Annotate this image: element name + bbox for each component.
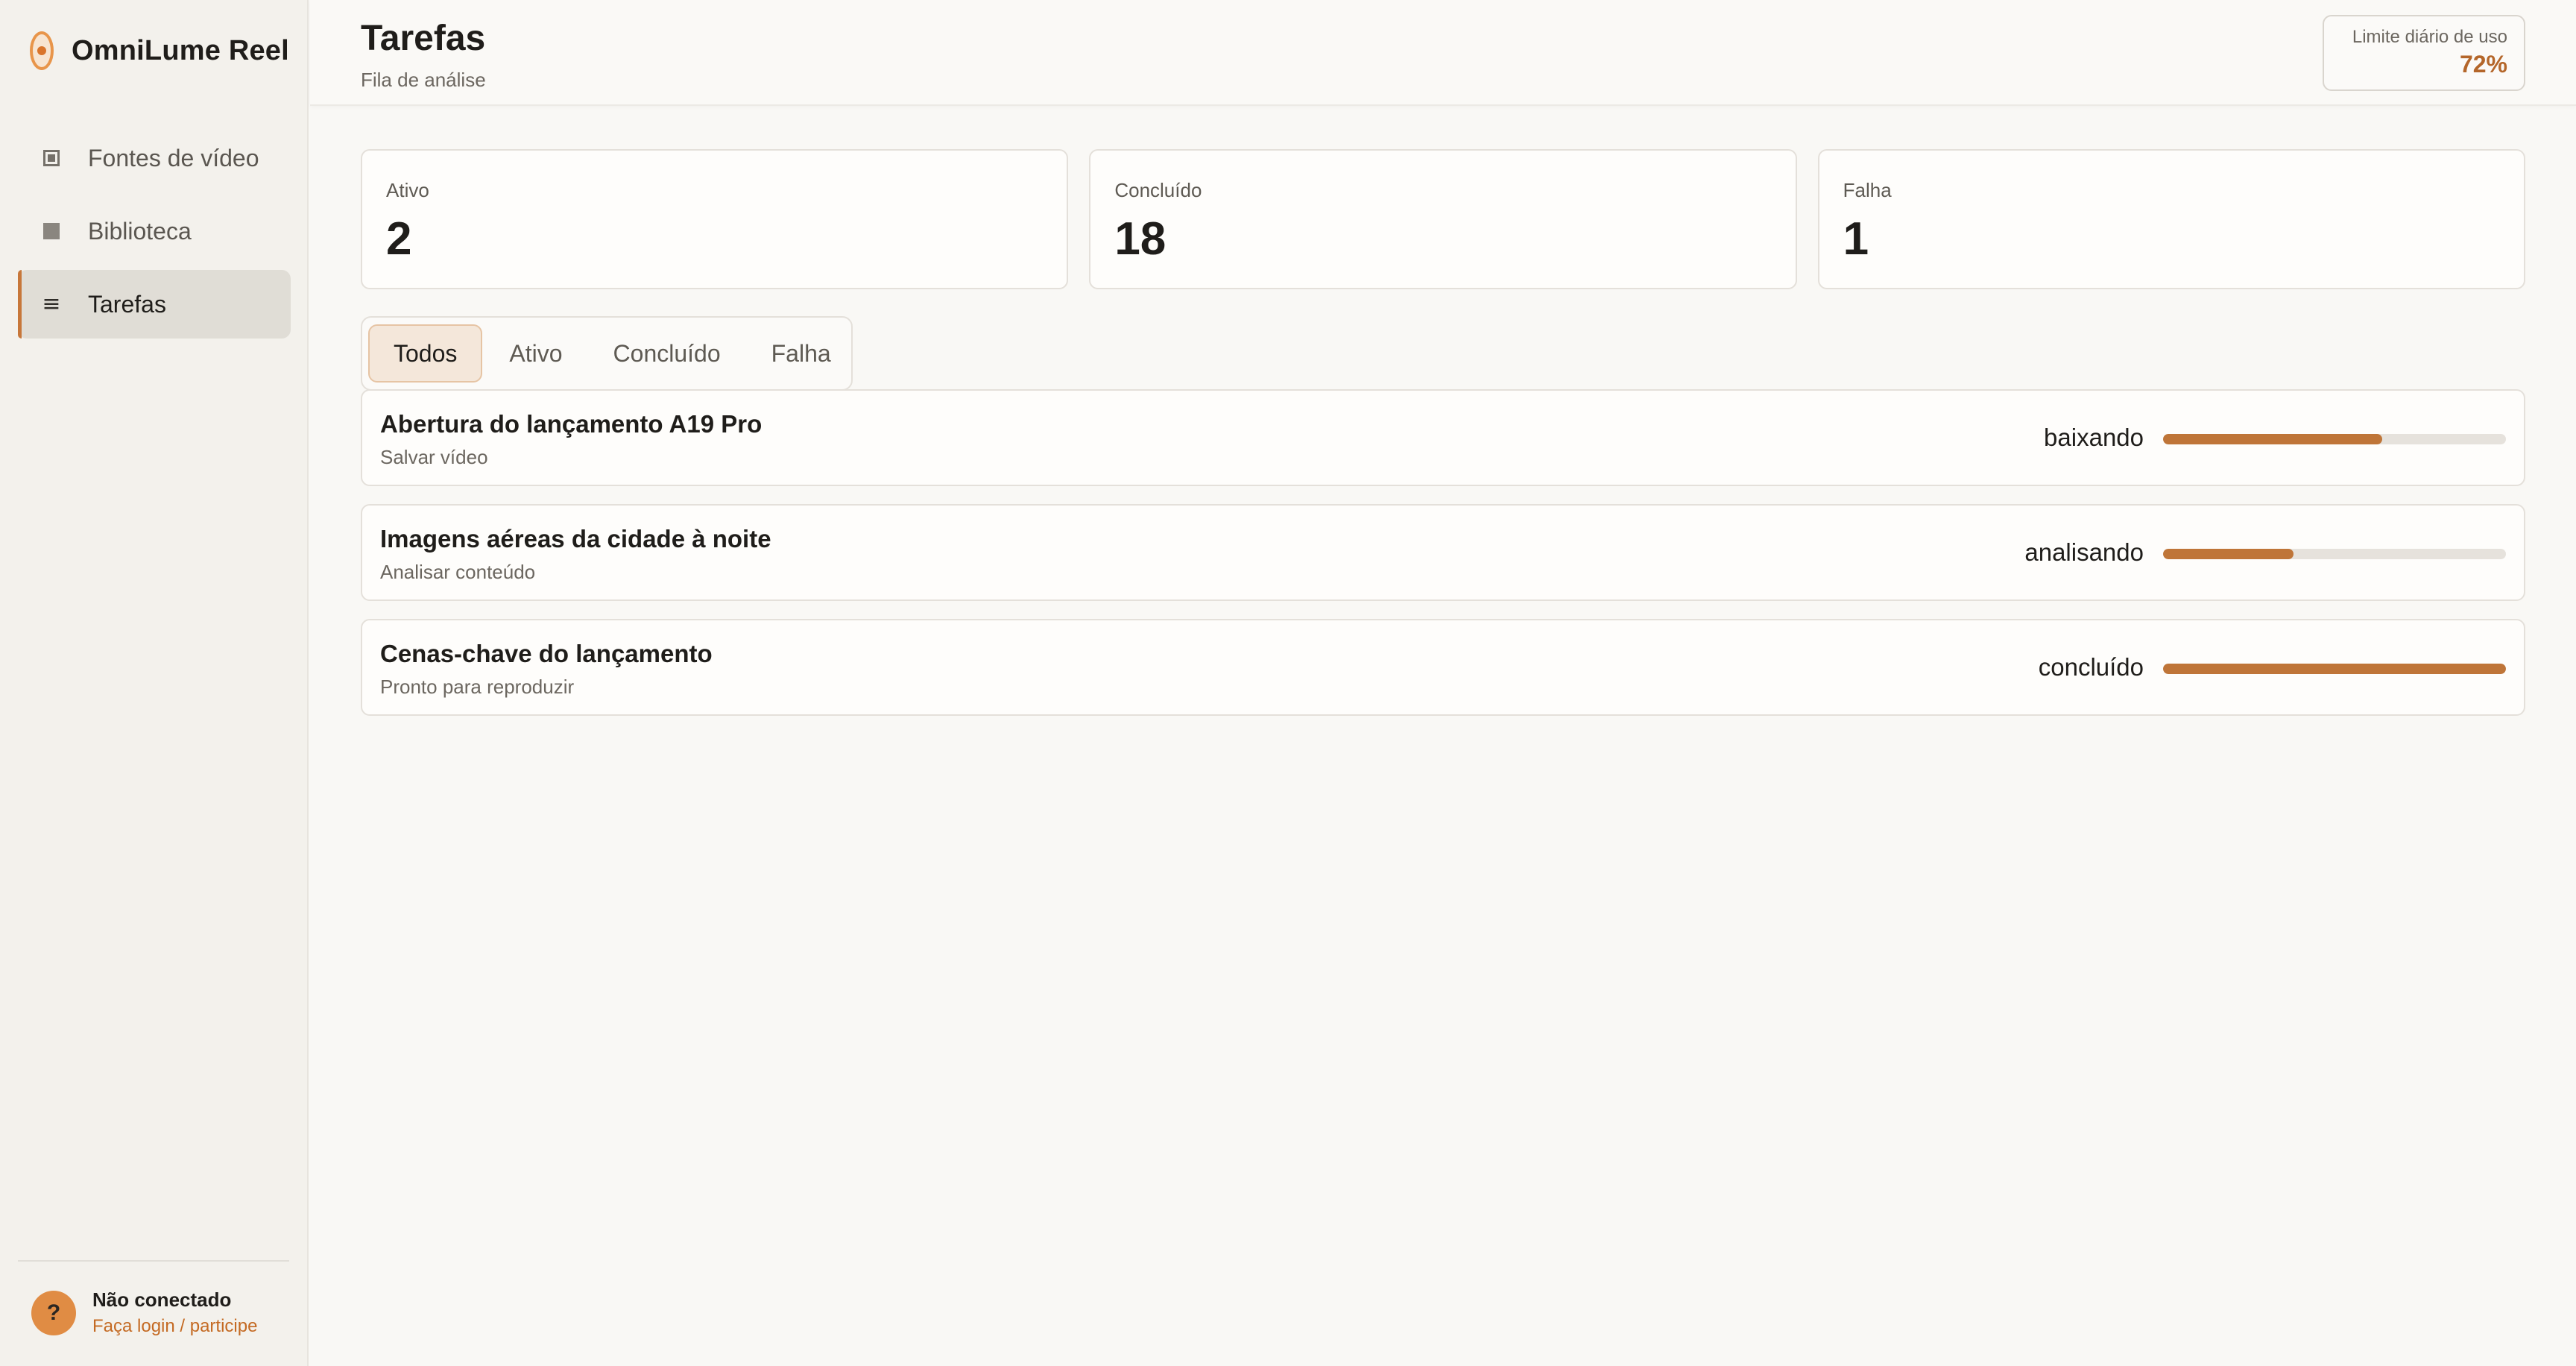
usage-limit-label: Limite diário de uso [2352, 27, 2507, 47]
tab-failed[interactable]: Falha [748, 324, 855, 383]
sidebar-item-video-sources[interactable]: Fontes de vídeo [18, 124, 291, 192]
page-subtitle: Fila de análise [361, 69, 486, 91]
page-title: Tarefas [361, 19, 486, 58]
brand[interactable]: OmniLume Reel [30, 28, 289, 73]
filter-tabs: Todos Ativo Concluído Falha [361, 316, 853, 391]
usage-limit-value: 72% [2459, 51, 2507, 78]
sidebar-item-tasks[interactable]: ≡ Tarefas [18, 270, 291, 339]
task-title: Cenas-chave do lançamento [380, 640, 713, 667]
task-progress-fill [2163, 664, 2506, 674]
avatar[interactable]: ? [31, 1290, 76, 1335]
video-source-icon [40, 147, 63, 169]
page-header: Tarefas Fila de análise Limite diário de… [310, 0, 2576, 106]
tab-all[interactable]: Todos [368, 324, 483, 383]
stats-summary: Ativo 2 Concluído 18 Falha 1 [361, 149, 2525, 289]
account-section: ? Não conectado Faça login / participe [18, 1260, 289, 1337]
stat-label: Falha [1843, 179, 1892, 201]
usage-limit-badge: Limite diário de uso 72% [2323, 15, 2525, 91]
stat-value: 1 [1843, 213, 1869, 265]
sidebar-nav: Fontes de vídeo Biblioteca ≡ Tarefas [18, 124, 291, 343]
task-row[interactable]: Imagens aéreas da cidade à noite Analisa… [361, 504, 2525, 601]
task-row[interactable]: Cenas-chave do lançamento Pronto para re… [361, 619, 2525, 716]
task-list: Abertura do lançamento A19 Pro Salvar ví… [361, 389, 2525, 734]
stat-label: Concluído [1114, 179, 1202, 201]
stat-label: Ativo [386, 179, 429, 201]
task-subtitle: Analisar conteúdo [380, 561, 536, 583]
brand-logo-icon [30, 31, 54, 70]
stat-card-completed: Concluído 18 [1089, 149, 1797, 289]
tab-completed[interactable]: Concluído [590, 324, 745, 383]
task-progress-bar [2163, 434, 2506, 444]
library-icon [40, 220, 63, 242]
account-status: Não conectado [92, 1288, 232, 1311]
stat-value: 2 [386, 213, 412, 265]
stat-card-failed: Falha 1 [1817, 149, 2525, 289]
task-row[interactable]: Abertura do lançamento A19 Pro Salvar ví… [361, 389, 2525, 486]
sidebar-item-label: Fontes de vídeo [88, 144, 259, 171]
task-title: Imagens aéreas da cidade à noite [380, 525, 771, 553]
sidebar-item-label: Tarefas [88, 290, 166, 318]
sidebar: OmniLume Reel Fontes de vídeo Biblioteca… [0, 0, 309, 1366]
task-progress-bar [2163, 549, 2506, 559]
tab-active[interactable]: Ativo [485, 324, 586, 383]
stat-value: 18 [1114, 213, 1167, 265]
task-progress-bar [2163, 664, 2506, 674]
brand-name: OmniLume Reel [72, 34, 289, 66]
task-progress-fill [2163, 434, 2383, 444]
task-subtitle: Pronto para reproduzir [380, 676, 575, 698]
stat-card-active: Ativo 2 [361, 149, 1069, 289]
task-progress-fill [2163, 549, 2294, 559]
list-icon: ≡ [42, 291, 61, 317]
task-subtitle: Salvar vídeo [380, 446, 488, 468]
sidebar-item-library[interactable]: Biblioteca [18, 197, 291, 265]
login-link[interactable]: Faça login / participe [92, 1316, 257, 1337]
task-state: concluído [2038, 653, 2144, 681]
task-state: baixando [2044, 424, 2144, 451]
task-state: analisando [2024, 538, 2144, 566]
sidebar-item-label: Biblioteca [88, 217, 192, 245]
task-title: Abertura do lançamento A19 Pro [380, 410, 763, 438]
